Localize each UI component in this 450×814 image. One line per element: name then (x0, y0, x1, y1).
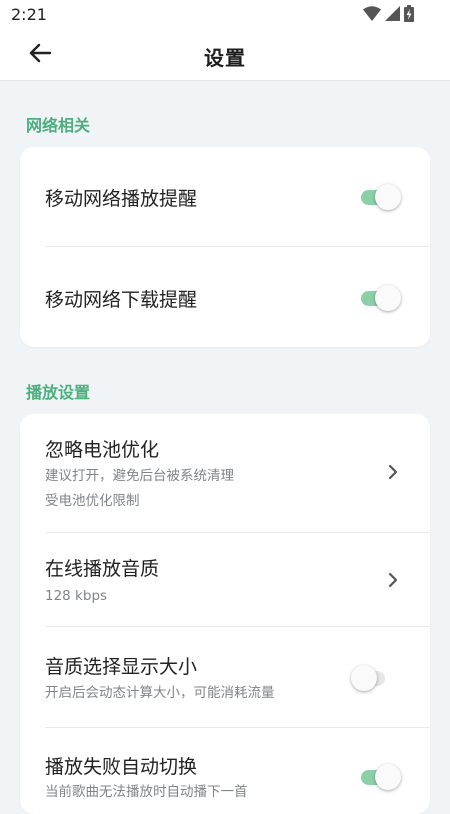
wifi-icon (363, 5, 381, 25)
setting-row-quality-size[interactable]: 音质选择显示大小 开启后会动态计算大小，可能消耗流量 (20, 627, 430, 727)
chevron-right-icon[interactable] (386, 571, 400, 589)
switch-thumb (375, 285, 401, 311)
setting-label: 播放失败自动切换 (45, 756, 198, 778)
auto-skip-switch[interactable] (361, 761, 401, 793)
setting-row-mobile-play-alert[interactable]: 移动网络播放提醒 (20, 147, 430, 247)
setting-description: 受电池优化限制 (45, 493, 140, 509)
network-settings-card: 移动网络播放提醒 移动网络下载提醒 (20, 147, 430, 347)
setting-row-mobile-download-alert[interactable]: 移动网络下载提醒 (20, 247, 430, 347)
setting-row-online-quality[interactable]: 在线播放音质 128 kbps (20, 533, 430, 626)
section-title-playback: 播放设置 (26, 383, 91, 402)
setting-label: 移动网络播放提醒 (45, 188, 198, 210)
status-bar: 2:21 (0, 0, 450, 30)
switch-thumb (351, 665, 377, 691)
setting-label: 移动网络下载提醒 (45, 289, 198, 311)
switch-thumb (375, 764, 401, 790)
status-time: 2:21 (11, 5, 47, 24)
setting-row-auto-skip[interactable]: 播放失败自动切换 当前歌曲无法播放时自动播下一首 (20, 728, 430, 814)
chevron-right-icon[interactable] (386, 463, 400, 481)
setting-label: 忽略电池优化 (45, 439, 160, 461)
setting-label: 在线播放音质 (45, 558, 160, 580)
battery-charging-icon (404, 4, 414, 26)
switch-thumb (375, 184, 401, 210)
cell-signal-icon (385, 5, 400, 25)
section-title-network: 网络相关 (26, 116, 91, 135)
mobile-play-alert-switch[interactable] (361, 181, 401, 213)
setting-description: 开启后会动态计算大小，可能消耗流量 (45, 685, 275, 701)
setting-description: 当前歌曲无法播放时自动播下一首 (45, 784, 248, 800)
status-icons (363, 4, 414, 26)
app-bar: 设置 (0, 30, 450, 81)
quality-size-switch[interactable] (351, 662, 393, 694)
page-title: 设置 (204, 46, 246, 70)
setting-description: 建议打开，避免后台被系统清理 (45, 468, 234, 484)
setting-description: 128 kbps (45, 588, 108, 604)
playback-settings-card: 忽略电池优化 建议打开，避免后台被系统清理 受电池优化限制 在线播放音质 128… (20, 414, 430, 814)
mobile-download-alert-switch[interactable] (361, 282, 401, 314)
setting-row-battery-optimization[interactable]: 忽略电池优化 建议打开，避免后台被系统清理 受电池优化限制 (20, 414, 430, 532)
setting-label: 音质选择显示大小 (45, 656, 198, 678)
